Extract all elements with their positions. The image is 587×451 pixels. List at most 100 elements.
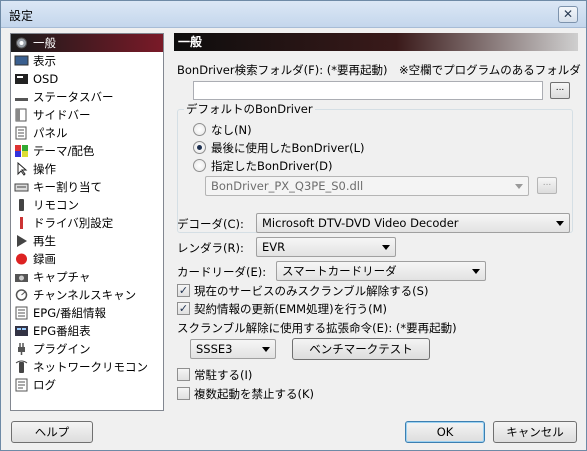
close-button[interactable]: ✕ [558,6,578,23]
sidebar-item-label: ログ [33,378,56,392]
sidebar-item-label: テーマ/配色 [33,144,95,158]
cancel-button[interactable]: キャンセル [493,421,577,443]
chevron-down-icon [472,269,480,274]
sidebar-item-display[interactable]: 表示 [11,52,163,70]
chevron-down-icon [382,245,390,250]
specified-bondriver-select[interactable]: BonDriver_PX_Q3PE_S0.dll [205,176,529,196]
sidebar-item-panel[interactable]: パネル [11,124,163,142]
sidebar-item-label: キャプチャ [33,270,91,284]
log-icon [15,378,28,392]
play-icon [17,235,27,247]
cursor-icon [17,162,28,176]
emm-checkbox[interactable]: ✓ [177,302,190,315]
sidebar-item-general[interactable]: 一般 [11,34,163,52]
sidebar-item-epg-info[interactable]: EPG/番組情報 [11,304,163,322]
sidebar-item-playback[interactable]: 再生 [11,232,163,250]
sidebar-item-label: チャンネルスキャン [33,288,137,302]
radio-last-used-label: 最後に使用したBonDriver(L) [211,141,365,155]
category-list[interactable]: 一般 表示 OSD ステータスバー サイドバー パネル テーマ/配色 操作 キー… [10,33,164,411]
general-settings-panel: 一般 BonDriver検索フォルダ(F): (*要再起動) ※空欄でプログラム… [172,33,581,413]
ok-button[interactable]: OK [405,421,485,443]
keyboard-icon [14,183,29,192]
sidebar-item-statusbar[interactable]: ステータスバー [11,88,163,106]
sidebar-item-operation[interactable]: 操作 [11,160,163,178]
sidebar-item-label: EPG/番組情報 [33,306,106,320]
check-icon: ✓ [178,302,189,315]
sidebar-item-record[interactable]: 録画 [11,250,163,268]
card-reader-select[interactable]: スマートカードリーダ [276,261,486,281]
driver-icon [20,217,23,229]
page-title: 一般 [174,33,578,51]
sidebar-item-theme[interactable]: テーマ/配色 [11,142,163,160]
scan-icon [15,289,28,301]
sidebar-item-label: ステータスバー [33,90,114,104]
sidebar-item-label: プラグイン [33,342,91,356]
sidebar-item-epg-table[interactable]: EPG番組表 [11,322,163,340]
monitor-icon [14,55,29,66]
bondriver-folder-input[interactable] [193,81,543,100]
specified-bondriver-browse-button[interactable]: ... [537,177,557,194]
sidebar-item-plugin[interactable]: プラグイン [11,340,163,358]
panel-icon [15,126,27,140]
sidebar-item-key-assign[interactable]: キー割り当て [11,178,163,196]
help-button[interactable]: ヘルプ [11,421,93,443]
instruction-value: SSSE3 [196,342,233,356]
sidebar-item-sidebar[interactable]: サイドバー [11,106,163,124]
sidebar-item-network-remote[interactable]: ネットワークリモコン [11,358,163,376]
sidebar-item-label: ネットワークリモコン [33,360,148,374]
palette-icon [15,145,28,157]
sidebar-item-label: 再生 [33,234,56,248]
osd-icon [15,74,28,84]
epg-table-icon [15,326,28,336]
epg-icon [15,306,28,320]
decoder-value: Microsoft DTV-DVD Video Decoder [262,216,459,230]
bondriver-folder-browse-button[interactable]: ... [550,82,570,99]
title-bar[interactable]: 設定 ✕ [1,1,586,28]
no-multi-label: 複数起動を禁止する(K) [194,387,315,401]
bondriver-folder-label: BonDriver検索フォルダ(F): (*要再起動) ※空欄でプログラムのある… [177,63,581,77]
sidebar-item-label: 操作 [33,162,56,176]
sidebar-item-driver-settings[interactable]: ドライバ別設定 [11,214,163,232]
emm-label: 契約情報の更新(EMM処理)を行う(M) [194,302,387,316]
radio-specified[interactable] [193,159,206,172]
resident-checkbox[interactable] [177,368,190,381]
benchmark-button[interactable]: ベンチマークテスト [292,338,430,360]
plug-icon [18,343,25,355]
descramble-current-checkbox[interactable]: ✓ [177,284,190,297]
renderer-select[interactable]: EVR [256,237,396,257]
sidebar-item-channel-scan[interactable]: チャンネルスキャン [11,286,163,304]
card-reader-value: スマートカードリーダ [282,264,397,278]
sidebar-item-remote[interactable]: リモコン [11,196,163,214]
check-icon: ✓ [178,284,189,297]
network-remote-icon [15,360,28,373]
decoder-select[interactable]: Microsoft DTV-DVD Video Decoder [256,213,570,233]
close-icon: ✕ [562,7,574,21]
radio-none-label: なし(N) [211,123,252,137]
specified-bondriver-value: BonDriver_PX_Q3PE_S0.dll [211,179,364,193]
renderer-value: EVR [262,240,286,254]
sidebar-item-label: パネル [33,126,68,140]
instruction-select[interactable]: SSSE3 [190,339,276,359]
sidebar-panel-icon [15,108,27,122]
sidebar-item-osd[interactable]: OSD [11,70,163,88]
sidebar-item-label: 一般 [33,36,56,50]
sidebar-item-label: ドライバ別設定 [33,216,114,230]
card-reader-label: カードリーダ(E): [177,265,267,279]
radio-last-used[interactable] [193,141,206,154]
chevron-down-icon [262,347,270,352]
descramble-current-label: 現在のサービスのみスクランブル解除する(S) [194,284,429,298]
resident-label: 常駐する(I) [194,368,253,382]
sidebar-item-label: EPG番組表 [33,324,91,338]
sidebar-item-capture[interactable]: キャプチャ [11,268,163,286]
instruction-label: スクランブル解除に使用する拡張命令(E): (*要再起動) [177,321,457,335]
remote-icon [19,199,24,211]
sidebar-item-label: 表示 [33,54,56,68]
no-multi-checkbox[interactable] [177,387,190,400]
settings-dialog: 設定 ✕ 一般 表示 OSD ステータスバー サイドバー パネル テーマ/配色 … [0,0,587,451]
renderer-label: レンダラ(R): [177,241,244,255]
sidebar-item-log[interactable]: ログ [11,376,163,394]
radio-none[interactable] [193,123,206,136]
window-title: 設定 [9,9,34,23]
sidebar-item-label: 録画 [33,252,56,266]
sidebar-item-label: OSD [33,72,59,86]
